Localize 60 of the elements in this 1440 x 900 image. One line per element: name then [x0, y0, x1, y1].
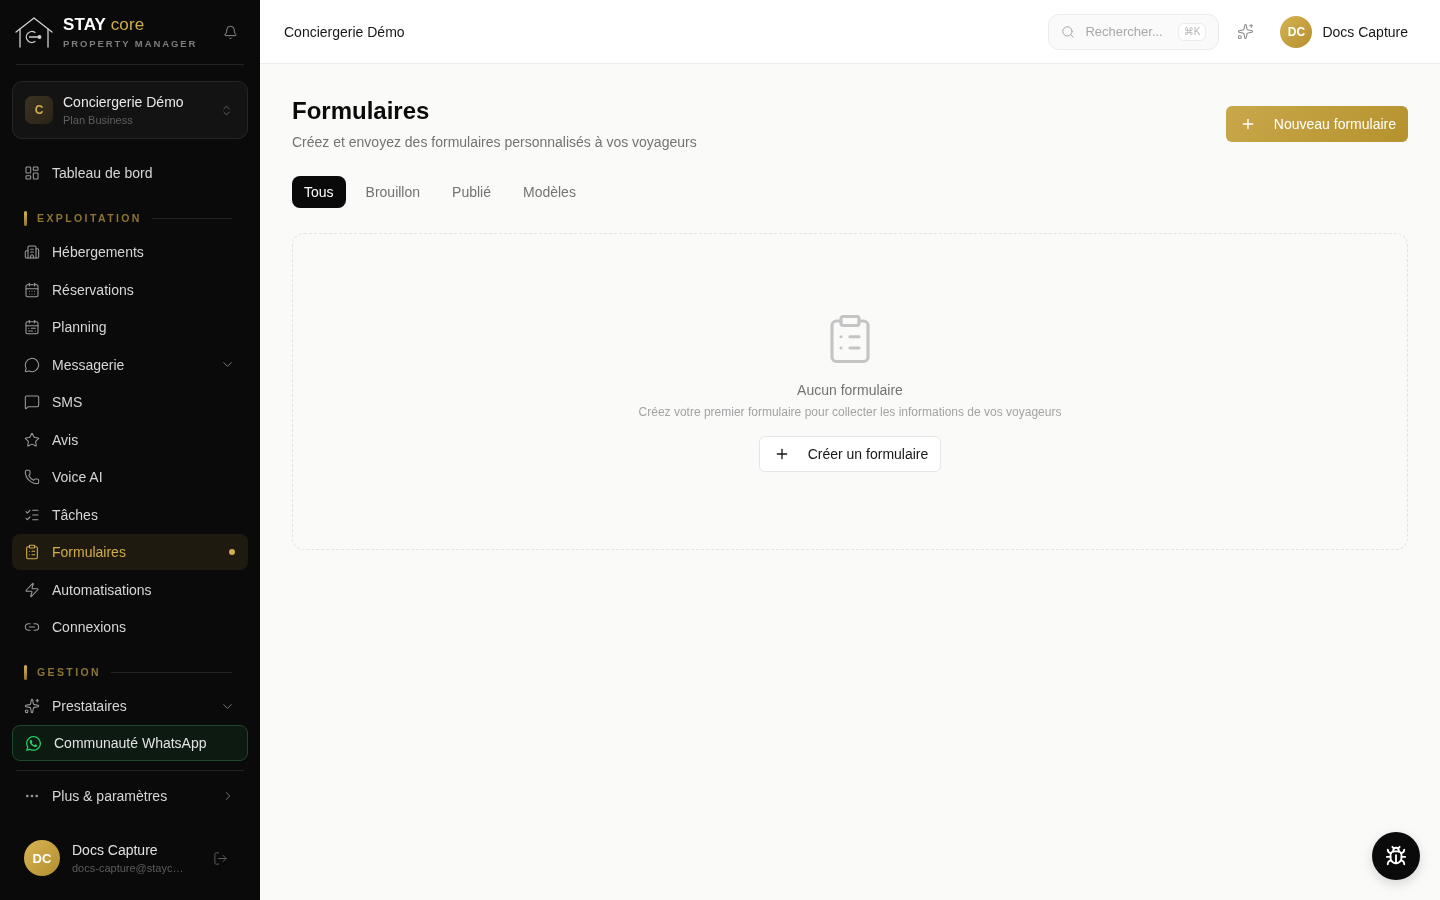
- nav-item[interactable]: Tableau de bord: [12, 155, 248, 191]
- logout-icon[interactable]: [213, 850, 228, 866]
- workspace-name: Conciergerie Démo: [63, 93, 185, 111]
- page-subtitle: Créez et envoyez des formulaires personnalisés à vos voyageurs: [292, 133, 697, 152]
- nav-item[interactable]: Plus & paramètres: [12, 778, 248, 814]
- lightning-icon: [24, 581, 40, 598]
- calendar-icon: [24, 281, 40, 298]
- user-name: Docs Capture: [1322, 23, 1408, 40]
- chat-icon: [24, 394, 40, 410]
- star-icon: [24, 431, 40, 448]
- nav-item[interactable]: Voice AI: [12, 459, 248, 495]
- bug-report-button[interactable]: [1372, 832, 1420, 880]
- filter-tab[interactable]: Tous: [292, 176, 346, 208]
- nav-item[interactable]: Tâches: [12, 496, 248, 533]
- nav-item[interactable]: Formulaires: [12, 534, 248, 570]
- chevrons-up-down-icon[interactable]: [220, 103, 233, 117]
- nav-item[interactable]: Avis: [12, 421, 248, 458]
- nav-item[interactable]: Réservations: [12, 271, 248, 308]
- nav-item[interactable]: SMS: [12, 384, 248, 420]
- header-title: Conciergerie Démo: [284, 23, 406, 40]
- grid-icon: [24, 165, 40, 181]
- filter-tab[interactable]: Publié: [440, 176, 503, 208]
- user-email: docs-capture@stayc…: [72, 861, 185, 875]
- nav-item[interactable]: Messagerie: [12, 346, 248, 383]
- nav-item[interactable]: Automatisations: [12, 571, 248, 608]
- phone-icon: [24, 469, 40, 485]
- brand-wordmark: STAY core: [63, 15, 146, 34]
- sparkles-icon: [24, 698, 40, 714]
- user-avatar: DC: [24, 840, 60, 876]
- section-title: GESTION: [37, 666, 102, 678]
- workspace-plan: Plan Business: [63, 113, 134, 127]
- bell-icon[interactable]: [223, 24, 238, 40]
- speech-bubble-icon: [24, 356, 40, 373]
- active-dot-icon: [229, 549, 235, 555]
- nav-item[interactable]: Connexions: [12, 609, 248, 645]
- section-bar-icon: [24, 664, 27, 680]
- brand-tagline: PROPERTY MANAGER: [63, 37, 199, 49]
- phone-bubble-icon: [25, 734, 42, 752]
- page-title: Formulaires: [292, 96, 431, 126]
- clipboard-icon: [24, 544, 40, 560]
- filter-tab[interactable]: Brouillon: [353, 176, 433, 208]
- workspace-card[interactable]: C Conciergerie Démo Plan Business: [12, 81, 248, 139]
- nav-item[interactable]: Hébergements: [12, 234, 248, 270]
- building-icon: [24, 244, 40, 260]
- sparkles-icon[interactable]: [1237, 23, 1255, 40]
- section-bar-icon: [24, 210, 27, 226]
- section-title: EXPLOITATION: [37, 212, 142, 224]
- nav-item[interactable]: Prestataires: [12, 688, 248, 724]
- calendar-icon: [24, 319, 40, 335]
- empty-state-title: Aucun formulaire: [797, 380, 903, 400]
- bug-icon: [1385, 845, 1407, 867]
- community-link[interactable]: Communauté WhatsApp: [12, 725, 248, 761]
- user-name: Docs Capture: [72, 841, 159, 859]
- search-icon: [1061, 24, 1076, 39]
- nav-item[interactable]: Planning: [12, 309, 248, 345]
- filter-tab[interactable]: Modèles: [511, 176, 588, 208]
- empty-state-text: Créez votre premier formulaire pour collecter les informations de vos voyageurs: [638, 403, 1062, 420]
- workspace-avatar: C: [25, 96, 53, 124]
- create-form-button[interactable]: Créer un formulaire: [758, 435, 942, 472]
- house-logo-icon: [15, 16, 53, 48]
